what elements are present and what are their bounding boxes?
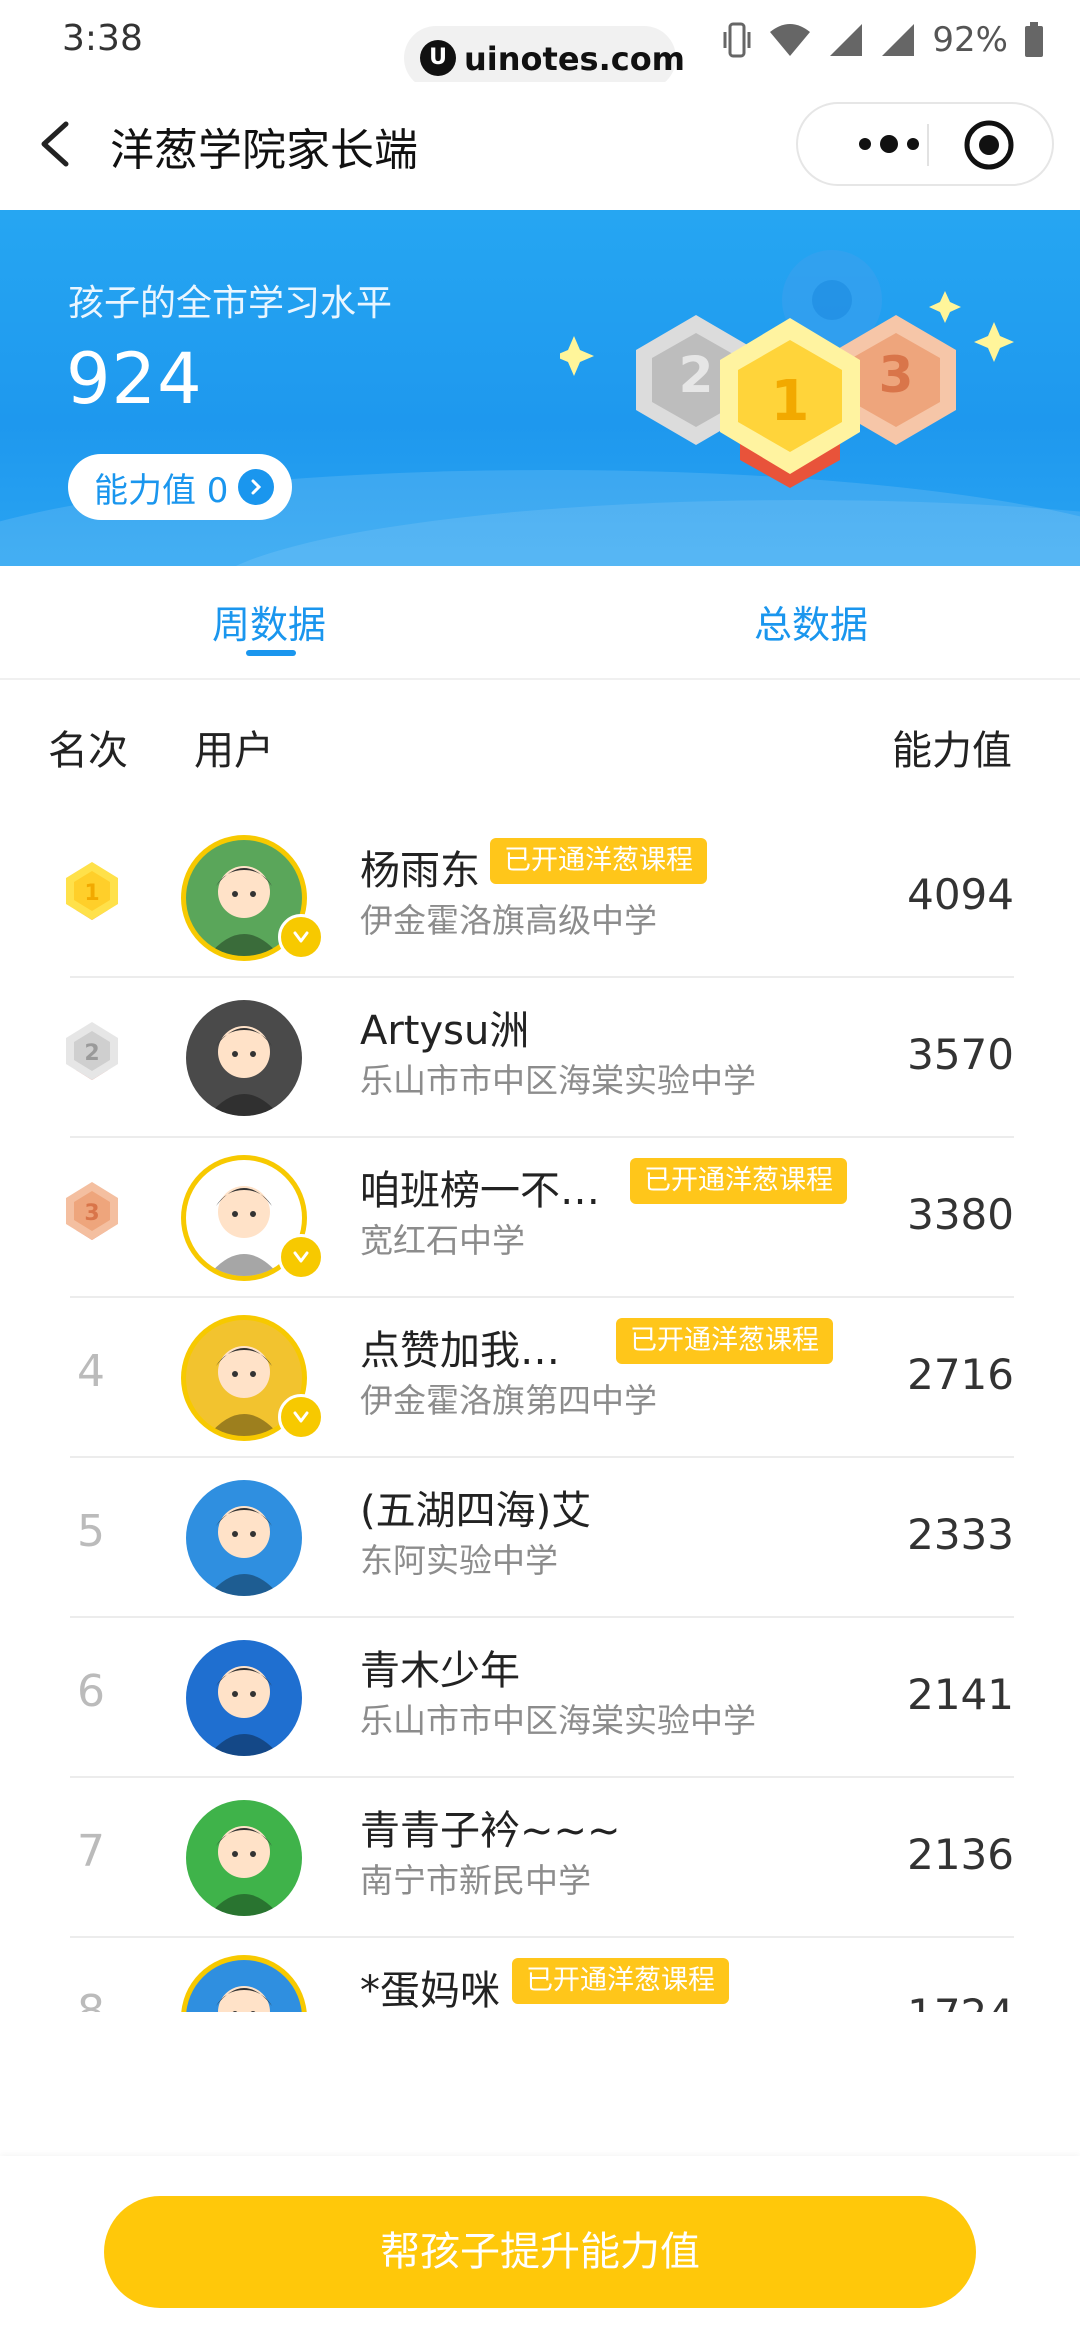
watermark-pill: U uinotes.com <box>404 26 685 90</box>
user-name: 杨雨东 <box>360 848 480 894</box>
school-name: 伊金霍洛旗高级中学 <box>360 901 657 940</box>
wifi-icon <box>768 22 812 58</box>
level-banner: 孩子的全市学习水平 924 能力值 0 2 3 1 <box>0 210 1080 566</box>
avatar[interactable] <box>186 1640 302 1756</box>
chevron-right-icon <box>238 469 275 505</box>
ranking-row[interactable]: 7 青青子衿~~~ 南宁市新民中学 2136 <box>0 1778 1080 1938</box>
gold-medal-icon: 1 <box>60 856 124 926</box>
user-name: (五湖四海)艾 <box>360 1488 592 1534</box>
banner-subtitle: 孩子的全市学习水平 <box>68 283 393 324</box>
svg-text:3: 3 <box>84 1201 99 1226</box>
active-tab-indicator <box>246 650 296 656</box>
silver-medal-icon: 2 <box>60 1016 124 1086</box>
bronze-medal-icon: 3 <box>60 1176 124 1246</box>
boost-ability-button[interactable]: 帮孩子提升能力值 <box>104 2196 976 2308</box>
target-circle-icon <box>964 120 1014 170</box>
ranking-row[interactable]: 1 杨雨东 已开通洋葱课程伊金霍洛旗高级中学 4094 <box>0 818 1080 978</box>
page-title: 洋葱学院家长端 <box>110 125 418 176</box>
header-rank: 名次 <box>48 728 128 774</box>
ranking-row[interactable]: 3 咱班榜一不… 已开通洋葱课程宽红石中学 3380 <box>0 1138 1080 1298</box>
ability-score: 3570 <box>907 1030 1014 1079</box>
ability-score: 2136 <box>907 1830 1014 1879</box>
bottom-action-bar: 帮孩子提升能力值 <box>0 2156 1080 2340</box>
back-button[interactable] <box>30 112 90 176</box>
ranking-list: 1 杨雨东 已开通洋葱课程 伊金霍洛旗高级中学 4094 2 Artysu洲 乐山市市中区海棠… <box>0 818 1080 2012</box>
status-time: 3:38 <box>62 18 143 59</box>
ranking-row[interactable]: 5 (五湖四海)艾东阿实验中学 2333 <box>0 1458 1080 1618</box>
school-name: 宽红石中学 <box>360 1221 525 1260</box>
ranking-row[interactable]: 8 *蛋妈咪已开通洋葱课程 1724 <box>0 1938 1080 2012</box>
tab-total-data[interactable]: 总数据 <box>754 594 868 649</box>
svg-text:2: 2 <box>84 1041 99 1066</box>
chevron-left-icon <box>41 121 69 167</box>
avatar[interactable] <box>186 1480 302 1596</box>
school-name: 南宁市新民中学 <box>360 1861 591 1900</box>
vip-check-icon <box>278 1394 324 1440</box>
city-level-score: 924 <box>66 338 203 420</box>
nav-bar: 洋葱学院家长端 <box>0 82 1080 210</box>
ability-score: 2716 <box>907 1350 1014 1399</box>
school-name: 伊金霍洛旗第四中学 <box>360 1381 657 1420</box>
vibrate-icon <box>722 20 752 60</box>
battery-icon <box>1024 22 1044 58</box>
vip-check-icon <box>278 914 324 960</box>
ranking-row[interactable]: 4 点赞加我… 已开通洋葱课程伊金霍洛旗第四中学 2716 <box>0 1298 1080 1458</box>
user-name: 咱班榜一不… <box>360 1168 600 1214</box>
rank-number: 6 <box>77 1666 105 1717</box>
rank-number: 7 <box>77 1826 105 1877</box>
course-enrolled-tag: 已开通洋葱课程 <box>616 1318 833 1364</box>
watermark-text: uinotes.com <box>464 40 686 78</box>
ability-value-label: 能力值 0 <box>94 470 229 511</box>
vip-check-icon <box>278 1234 324 1280</box>
miniprogram-capsule <box>796 102 1054 186</box>
data-tabs: 周数据 总数据 <box>0 566 1080 680</box>
header-user: 用户 <box>194 728 274 774</box>
signal-icon-2 <box>880 22 916 58</box>
ability-score: 3380 <box>907 1190 1014 1239</box>
avatar[interactable] <box>186 1960 302 2012</box>
user-name: *蛋妈咪 <box>360 1968 500 2012</box>
ability-score: 1724 <box>907 1990 1014 2012</box>
svg-text:2: 2 <box>679 346 714 404</box>
rank-number: 5 <box>77 1506 105 1557</box>
tab-weekly-data[interactable]: 周数据 <box>212 594 326 649</box>
status-icons: 92% <box>722 16 1044 64</box>
ability-value-button[interactable]: 能力值 0 <box>68 454 293 520</box>
watermark-logo-icon: U <box>420 40 456 76</box>
signal-icon-1 <box>828 22 864 58</box>
svg-text:1: 1 <box>771 369 810 434</box>
user-name: Artysu洲 <box>360 1008 530 1054</box>
ability-score: 4094 <box>907 870 1014 919</box>
battery-percent: 92% <box>932 20 1008 60</box>
school-name: 东阿实验中学 <box>360 1541 558 1580</box>
ranking-row[interactable]: 2 Artysu洲乐山市市中区海棠实验中学 3570 <box>0 978 1080 1138</box>
user-name: 青木少年 <box>360 1648 520 1694</box>
ability-score: 2333 <box>907 1510 1014 1559</box>
school-name: 乐山市市中区海棠实验中学 <box>360 1061 756 1100</box>
header-ability: 能力值 <box>892 728 1012 774</box>
svg-text:3: 3 <box>879 346 914 404</box>
ranking-row[interactable]: 6 青木少年乐山市市中区海棠实验中学 2141 <box>0 1618 1080 1778</box>
ranking-table-header: 名次 用户 能力值 <box>0 718 1080 778</box>
close-miniprogram-button[interactable] <box>962 118 1016 172</box>
course-enrolled-tag: 已开通洋葱课程 <box>512 1958 729 2004</box>
avatar[interactable] <box>186 1000 302 1116</box>
course-enrolled-tag: 已开通洋葱课程 <box>490 838 707 884</box>
course-enrolled-tag: 已开通洋葱课程 <box>630 1158 847 1204</box>
school-name: 乐山市市中区海棠实验中学 <box>360 1701 756 1740</box>
podium-medals-illustration: 2 3 1 <box>560 250 1014 488</box>
capsule-divider <box>927 124 929 166</box>
rank-number: 4 <box>77 1346 105 1397</box>
rank-number: 8 <box>77 1986 105 2012</box>
status-bar: 3:38 U uinotes.com 92% <box>0 0 1080 90</box>
avatar[interactable] <box>186 1800 302 1916</box>
ability-score: 2141 <box>907 1670 1014 1719</box>
user-name: 青青子衿~~~ <box>360 1808 621 1854</box>
svg-text:1: 1 <box>84 881 99 906</box>
user-name: 点赞加我… <box>360 1328 560 1374</box>
